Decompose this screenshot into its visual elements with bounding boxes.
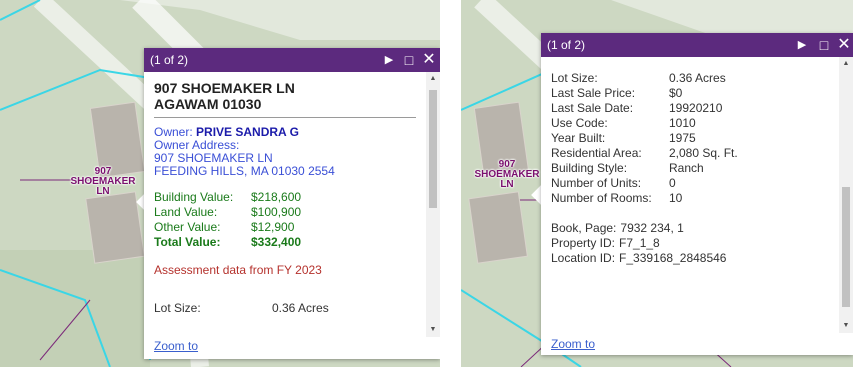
detail-row: Last Sale Price: $0	[551, 86, 683, 100]
detail-row: Building Style: Ranch	[551, 161, 704, 175]
divider	[154, 117, 416, 118]
close-icon[interactable]: ✕	[422, 48, 436, 72]
popup-content: Lot Size: 0.36 Acres Last Sale Price: $0 L…	[541, 57, 839, 333]
owner-name: PRIVE SANDRA G	[196, 125, 299, 139]
other-value-row: Other Value: $12,900	[154, 220, 295, 234]
popup-counter: (1 of 2)	[547, 38, 586, 52]
assessment-note: Assessment data from FY 2023	[154, 263, 322, 277]
parcel-label: 907 SHOEMAKER LN	[70, 166, 136, 197]
next-arrow-icon[interactable]: ▶	[795, 33, 809, 57]
property-id-row: Property ID: F7_1_8	[551, 236, 660, 250]
property-popup: (1 of 2) ▶ □ ✕ Lot Size: 0.36 Acres Last …	[541, 33, 853, 355]
address-line-2: AGAWAM 01030	[154, 96, 262, 112]
detail-row: Number of Units: 0	[551, 176, 676, 190]
popup-header: (1 of 2) ▶ □ ✕	[144, 48, 440, 72]
detail-row: Last Sale Date: 19920210	[551, 101, 723, 115]
popup-footer: Zoom to	[144, 337, 440, 359]
zoom-to-link[interactable]: Zoom to	[154, 339, 198, 353]
location-id-row: Location ID: F_339168_2848546	[551, 251, 727, 265]
zoom-to-link[interactable]: Zoom to	[551, 337, 595, 351]
map-panel-right[interactable]: 907 SHOEMAKER LN (1 of 2) ▶ □ ✕ Lot Size…	[461, 0, 853, 367]
total-value-row: Total Value: $332,400	[154, 235, 302, 249]
popup-counter: (1 of 2)	[150, 53, 189, 67]
maximize-icon[interactable]: □	[402, 48, 416, 72]
maximize-icon[interactable]: □	[817, 33, 831, 57]
property-popup: (1 of 2) ▶ □ ✕ 907 SHOEMAKER LN AGAWAM 0…	[144, 48, 440, 359]
scroll-down-icon[interactable]: ▼	[839, 319, 853, 333]
popup-scrollbar[interactable]: ▲ ▼	[839, 57, 853, 333]
detail-row: Use Code: 1010	[551, 116, 696, 130]
scroll-up-icon[interactable]: ▲	[839, 57, 853, 71]
lot-size-row: Lot Size: 0.36 Acres	[154, 301, 329, 315]
detail-row: Residential Area: 2,080 Sq. Ft.	[551, 146, 738, 160]
detail-row: Number of Rooms: 10	[551, 191, 683, 205]
scroll-down-icon[interactable]: ▼	[426, 323, 440, 337]
book-page-row: Book, Page: 7932 234, 1	[551, 221, 684, 235]
scroll-thumb[interactable]	[429, 90, 437, 208]
owner-address-line-2: FEEDING HILLS, MA 01030 2554	[154, 164, 335, 178]
values-table: Building Value: $218,600 Land Value: $100,…	[154, 190, 416, 250]
land-value-row: Land Value: $100,900	[154, 205, 302, 219]
map-panel-left[interactable]: 907 SHOEMAKER LN (1 of 2) ▶ □ ✕ 907 SHOE…	[0, 0, 440, 367]
detail-row: Lot Size: 0.36 Acres	[551, 71, 726, 85]
popup-footer: Zoom to	[541, 333, 853, 355]
popup-header: (1 of 2) ▶ □ ✕	[541, 33, 853, 57]
popup-content: 907 SHOEMAKER LN AGAWAM 01030 Owner: PRI…	[144, 72, 426, 337]
address-line-1: 907 SHOEMAKER LN	[154, 80, 295, 96]
next-arrow-icon[interactable]: ▶	[382, 48, 396, 72]
scroll-thumb[interactable]	[842, 187, 850, 307]
scroll-up-icon[interactable]: ▲	[426, 72, 440, 86]
detail-row: Year Built: 1975	[551, 131, 696, 145]
popup-scrollbar[interactable]: ▲ ▼	[426, 72, 440, 337]
close-icon[interactable]: ✕	[837, 33, 851, 57]
building-value-row: Building Value: $218,600	[154, 190, 302, 204]
